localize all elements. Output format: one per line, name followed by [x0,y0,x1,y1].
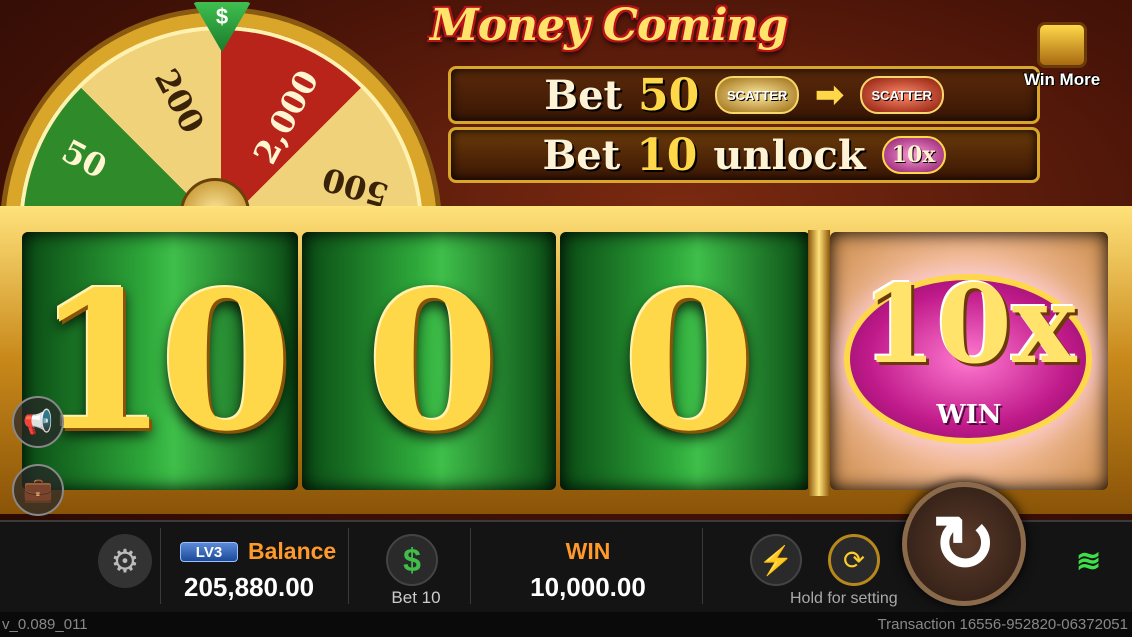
multiplier-value: 10x [861,262,1077,388]
reel-3: 0 [560,232,810,490]
multiplier-chip: 10x [881,136,946,174]
arrow-right-icon: ➡ [815,76,844,114]
bet-text: Bet [542,131,621,179]
hold-for-setting-label: Hold for setting [790,590,898,607]
reel-2: 0 [302,232,556,490]
treasure-chest-icon [1037,22,1087,68]
hud-divider [348,528,349,604]
turbo-lightning-icon[interactable]: ⚡ [750,534,802,586]
dollar-icon: $ [215,4,229,29]
reel-digit: 0 [366,249,499,473]
bet-dollar-icon[interactable]: $ [386,534,438,586]
reel-1: 10 [22,232,298,490]
game-stage: 50 200 2,000 500 $ Money Coming Bet 50 S… [0,0,1132,520]
bet-unlock-bar: Bet 10 unlock 10x [448,127,1040,183]
bet-text: Bet [544,71,622,119]
win-label: WIN [565,538,611,564]
megaphone-icon[interactable]: 📢 [12,396,64,448]
bet-amount: 10 [636,129,698,181]
transaction-id: Transaction 16556-952820-06372051 [877,616,1128,633]
bet-amount: 50 [638,69,700,121]
bet-scatter-bar: Bet 50 SCATTER ➡ SCATTER [448,66,1040,124]
hud-divider [160,528,161,604]
bet-label: Bet 10 [391,588,441,607]
briefcase-icon[interactable]: 💼 [12,464,64,516]
win-value: 10,000.00 [530,572,646,602]
win-more-button[interactable]: Win More [1016,22,1108,90]
spin-button[interactable]: ↻ [902,482,1026,606]
settings-gear-icon[interactable]: ⚙ [98,534,152,588]
auto-spin-icon[interactable]: ⟳ [828,534,880,586]
multiplier-reel: 10x WIN [830,232,1108,490]
reel-digit: 10 [35,249,292,473]
balance-value: 205,880.00 [184,572,315,602]
reel-digit: 0 [622,249,755,473]
unlock-text: unlock [713,131,866,179]
version-text: v_0.089_011 [2,616,88,633]
hud-divider [470,528,471,604]
wifi-icon: ≋ [1076,545,1102,578]
balance-label: Balance [248,538,337,564]
scatter-upgraded-icon: SCATTER [859,76,944,114]
game-title: Money Coming [430,0,788,51]
scatter-icon: SCATTER [715,76,800,114]
level-badge: LV3 [180,542,238,562]
win-more-label: Win More [1023,70,1101,89]
multiplier-win-label: WIN [936,400,1002,430]
hud-divider [702,528,703,604]
reel-divider [808,230,830,496]
